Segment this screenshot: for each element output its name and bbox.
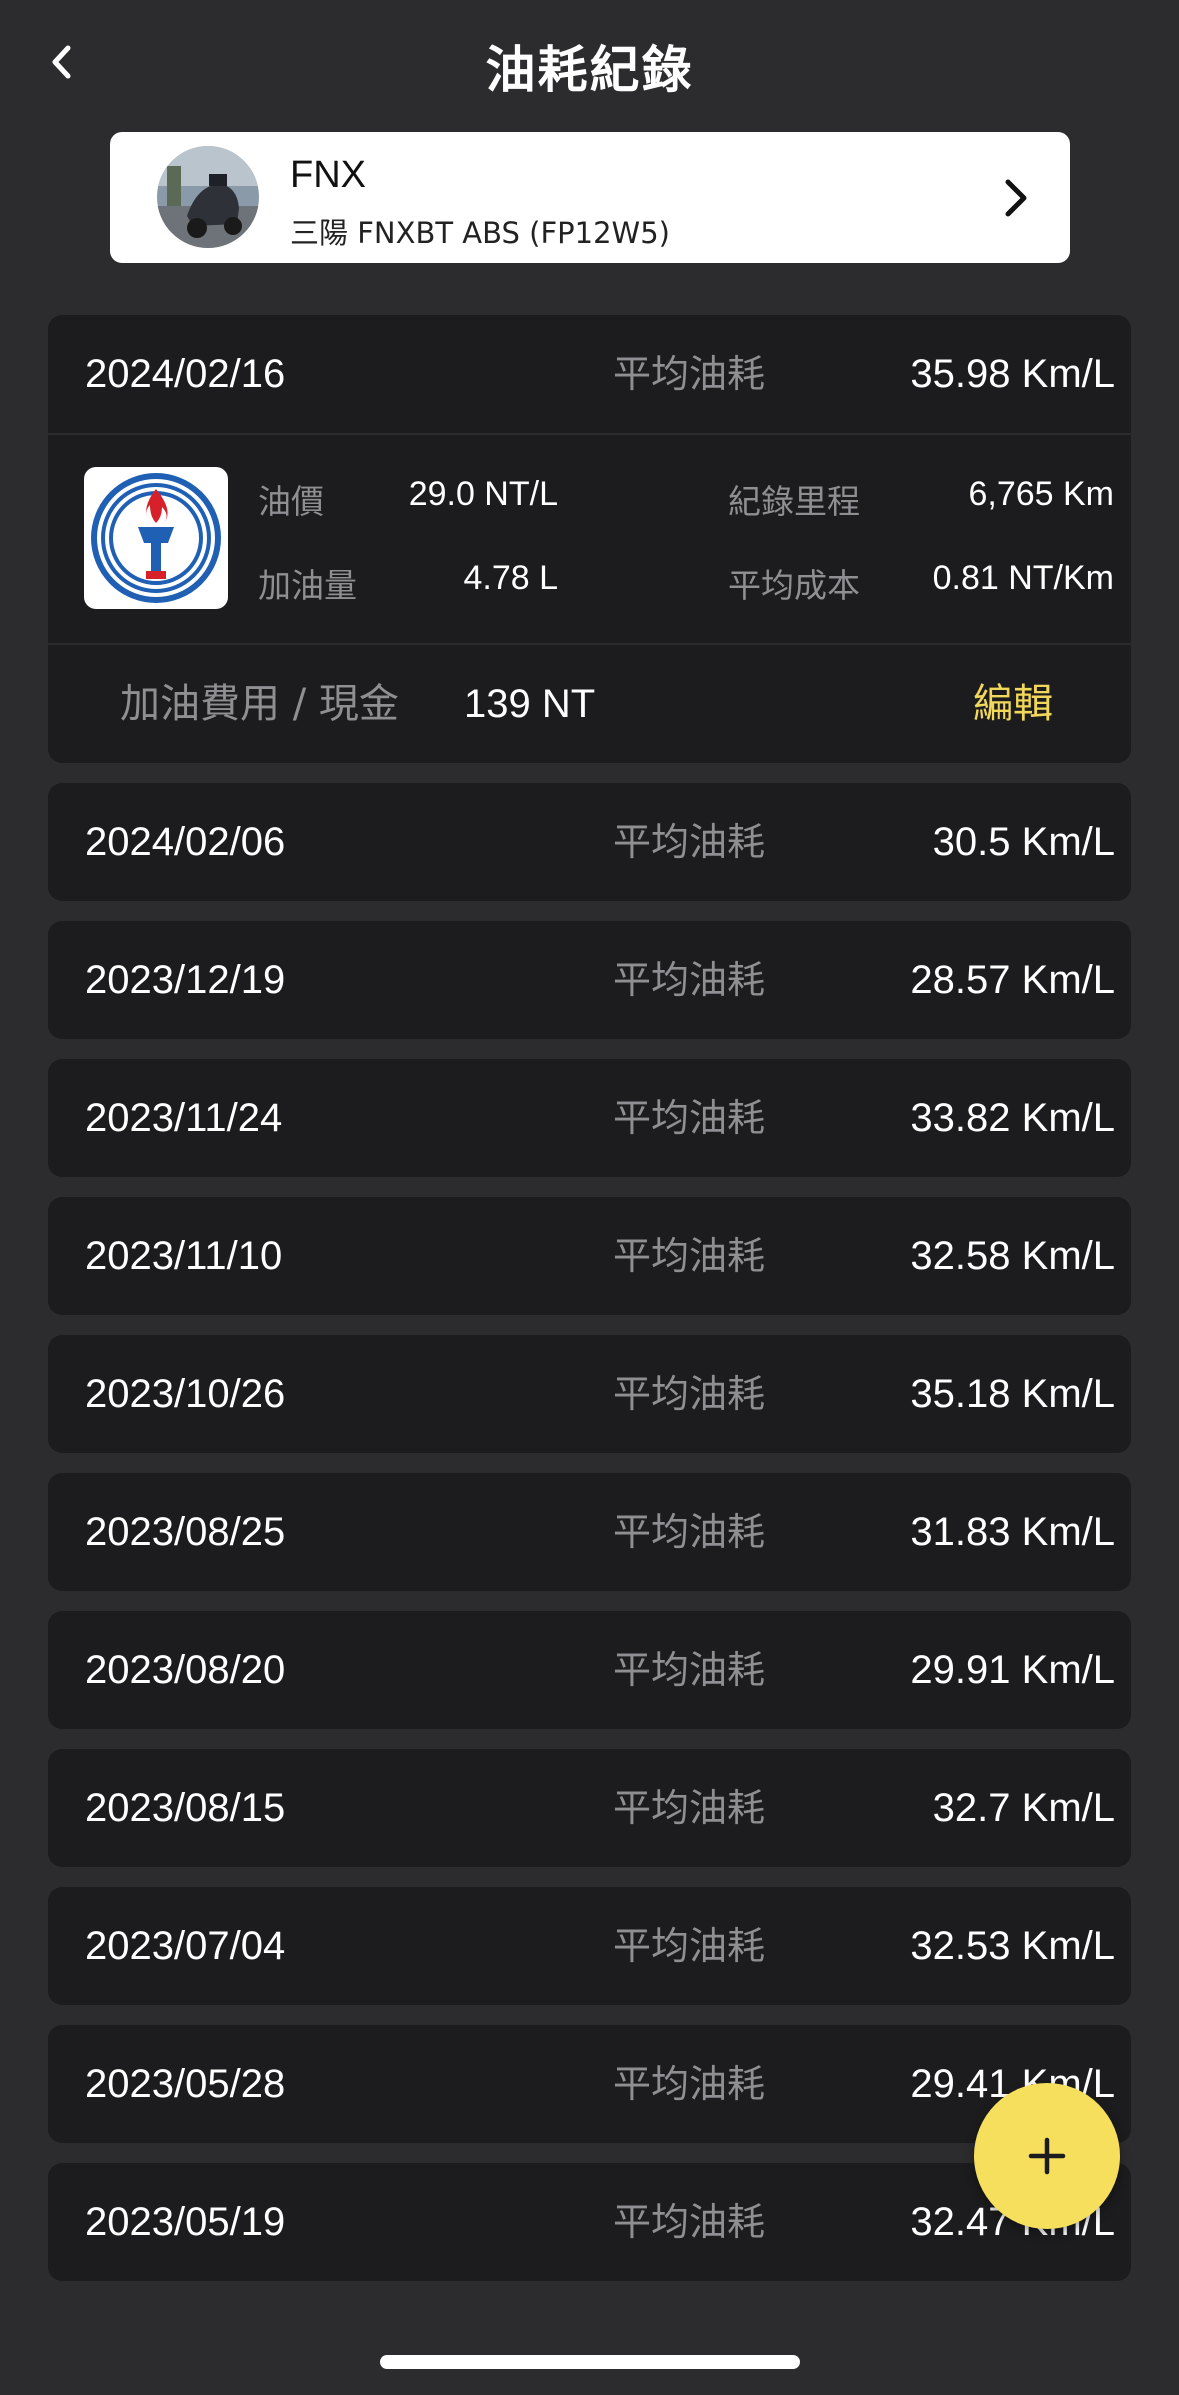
fuel-record-row[interactable]: 2023/11/10 平均油耗 32.58 Km/L (48, 1197, 1131, 1315)
avg-consumption-value: 29.91 Km/L (910, 1648, 1115, 1692)
avg-consumption-label: 平均油耗 (613, 2200, 766, 2244)
record-date: 2023/05/28 (85, 2062, 286, 2106)
avg-consumption-label: 平均油耗 (613, 1096, 766, 1140)
fuel-record-card: 2023/07/04 平均油耗 32.53 Km/L (48, 1887, 1131, 2005)
fuel-cost-row: 加油費用 / 現金 139 NT 編輯 (48, 643, 1131, 763)
fuel-price-value: 29.0 NT/L (408, 475, 558, 513)
fuel-record-row[interactable]: 2023/11/24 平均油耗 33.82 Km/L (48, 1059, 1131, 1177)
fuel-record-card: 2023/05/19 平均油耗 32.47 Km/L (48, 2163, 1131, 2281)
record-date: 2023/08/20 (85, 1648, 286, 1692)
avg-consumption-label: 平均油耗 (613, 352, 766, 396)
fuel-record-row[interactable]: 2023/05/19 平均油耗 32.47 Km/L (48, 2163, 1131, 2281)
gas-station-logo (84, 467, 228, 609)
navigation-bar: 油耗紀錄 (0, 0, 1179, 130)
avg-cost-value: 0.81 NT/Km (932, 559, 1114, 597)
home-indicator (380, 2355, 800, 2369)
avg-consumption-label: 平均油耗 (613, 2062, 766, 2106)
fuel-record-card: 2023/08/15 平均油耗 32.7 Km/L (48, 1749, 1131, 1867)
vehicle-name: FNX (290, 154, 366, 196)
fuel-record-row[interactable]: 2023/07/04 平均油耗 32.53 Km/L (48, 1887, 1131, 2005)
fuel-record-row[interactable]: 2023/10/26 平均油耗 35.18 Km/L (48, 1335, 1131, 1453)
fuel-cost-value: 139 NT (464, 682, 596, 726)
avg-consumption-value: 35.18 Km/L (910, 1372, 1115, 1416)
record-date: 2023/11/24 (85, 1096, 283, 1140)
avg-consumption-label: 平均油耗 (613, 1510, 766, 1554)
avg-consumption-label: 平均油耗 (613, 1786, 766, 1830)
fuel-cost-label: 加油費用 / 現金 (120, 681, 399, 727)
record-date: 2024/02/06 (85, 820, 286, 864)
avg-consumption-label: 平均油耗 (613, 1234, 766, 1278)
fuel-log-screen: 油耗紀錄 FNX 三陽 FNXBT ABS (FP12W5) 2024/02/1… (0, 0, 1179, 2395)
fuel-record-card: 2023/08/20 平均油耗 29.91 Km/L (48, 1611, 1131, 1729)
fuel-record-card-expanded: 2024/02/16 平均油耗 35.98 Km/L 油價 29.0 NT/L … (48, 315, 1131, 763)
fuel-record-card: 2023/12/19 平均油耗 28.57 Km/L (48, 921, 1131, 1039)
fuel-record-card: 2023/05/28 平均油耗 29.41 Km/L (48, 2025, 1131, 2143)
record-date: 2024/02/16 (85, 352, 286, 396)
fuel-record-row[interactable]: 2023/08/25 平均油耗 31.83 Km/L (48, 1473, 1131, 1591)
fuel-record-card: 2024/02/06 平均油耗 30.5 Km/L (48, 783, 1131, 901)
avg-consumption-label: 平均油耗 (613, 820, 766, 864)
fuel-amount-value: 4.78 L (463, 559, 558, 597)
fuel-record-row[interactable]: 2024/02/06 平均油耗 30.5 Km/L (48, 783, 1131, 901)
avg-consumption-value: 30.5 Km/L (932, 820, 1115, 864)
record-date: 2023/07/04 (85, 1924, 286, 1968)
vehicle-model: 三陽 FNXBT ABS (FP12W5) (290, 216, 670, 250)
fuel-record-card: 2023/11/24 平均油耗 33.82 Km/L (48, 1059, 1131, 1177)
record-detail: 油價 29.0 NT/L 加油量 4.78 L 紀錄里程 6,765 Km 平均… (48, 433, 1131, 643)
avg-consumption-label: 平均油耗 (613, 1372, 766, 1416)
record-date: 2023/11/10 (85, 1234, 283, 1278)
vehicle-selector[interactable]: FNX 三陽 FNXBT ABS (FP12W5) (110, 132, 1070, 263)
plus-icon (1028, 2137, 1066, 2175)
avg-consumption-value: 31.83 Km/L (910, 1510, 1115, 1554)
mileage-label: 紀錄里程 (728, 482, 860, 521)
fuel-record-card: 2023/08/25 平均油耗 31.83 Km/L (48, 1473, 1131, 1591)
fuel-record-card: 2023/10/26 平均油耗 35.18 Km/L (48, 1335, 1131, 1453)
record-date: 2023/08/15 (85, 1786, 286, 1830)
avg-consumption-value: 28.57 Km/L (910, 958, 1115, 1002)
avg-consumption-label: 平均油耗 (613, 958, 766, 1002)
record-date: 2023/10/26 (85, 1372, 286, 1416)
cpc-logo-icon (91, 473, 221, 603)
fuel-record-row[interactable]: 2023/05/28 平均油耗 29.41 Km/L (48, 2025, 1131, 2143)
fuel-record-row[interactable]: 2024/02/16 平均油耗 35.98 Km/L (48, 315, 1131, 433)
avg-consumption-label: 平均油耗 (613, 1924, 766, 1968)
fuel-record-row[interactable]: 2023/08/20 平均油耗 29.91 Km/L (48, 1611, 1131, 1729)
fuel-record-row[interactable]: 2023/08/15 平均油耗 32.7 Km/L (48, 1749, 1131, 1867)
avg-cost-label: 平均成本 (728, 566, 860, 605)
edit-button[interactable]: 編輯 (973, 645, 1053, 763)
avg-consumption-value: 32.7 Km/L (932, 1786, 1115, 1830)
chevron-right-icon (1005, 179, 1027, 217)
avg-consumption-label: 平均油耗 (613, 1648, 766, 1692)
record-date: 2023/08/25 (85, 1510, 286, 1554)
fuel-record-list: 2024/02/16 平均油耗 35.98 Km/L 油價 29.0 NT/L … (48, 315, 1131, 2301)
fuel-record-row[interactable]: 2023/12/19 平均油耗 28.57 Km/L (48, 921, 1131, 1039)
avg-consumption-value: 32.53 Km/L (910, 1924, 1115, 1968)
record-date: 2023/12/19 (85, 958, 286, 1002)
fuel-price-label: 油價 (258, 482, 324, 521)
fuel-record-card: 2023/11/10 平均油耗 32.58 Km/L (48, 1197, 1131, 1315)
mileage-value: 6,765 Km (968, 475, 1114, 513)
add-record-button[interactable] (974, 2083, 1120, 2229)
avg-consumption-value: 32.58 Km/L (910, 1234, 1115, 1278)
vehicle-avatar (157, 146, 259, 248)
fuel-amount-label: 加油量 (258, 566, 357, 605)
page-title: 油耗紀錄 (485, 41, 694, 99)
avg-consumption-value: 35.98 Km/L (910, 352, 1115, 396)
record-date: 2023/05/19 (85, 2200, 286, 2244)
avg-consumption-value: 33.82 Km/L (910, 1096, 1115, 1140)
